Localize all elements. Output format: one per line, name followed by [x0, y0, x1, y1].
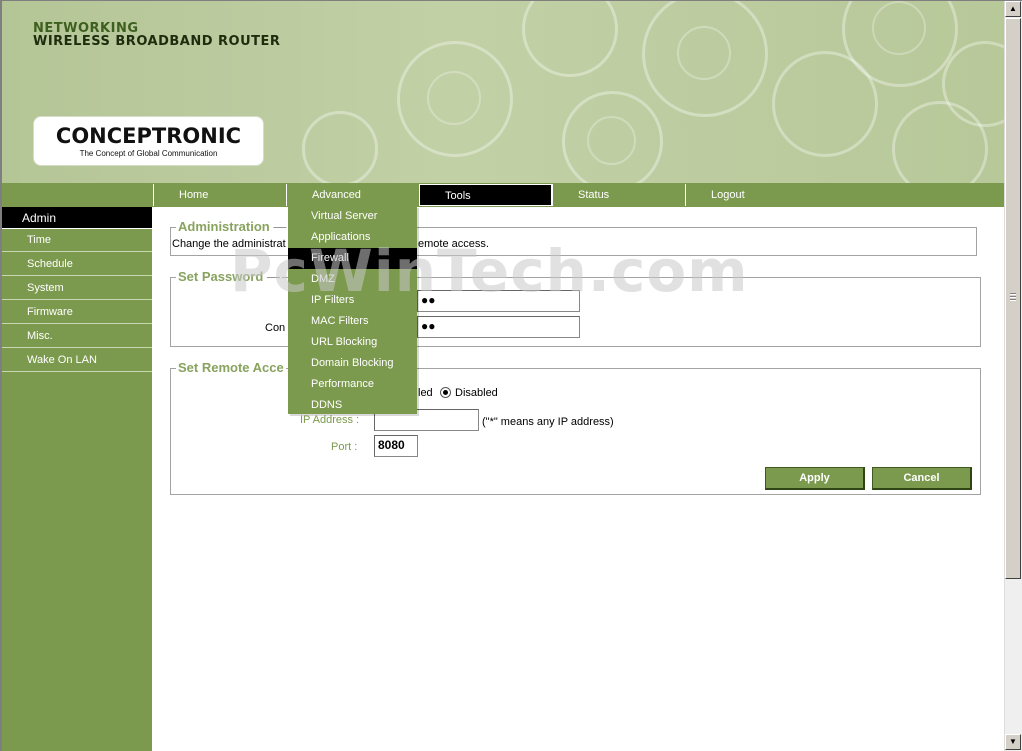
- menu-item-url-blocking[interactable]: URL Blocking: [288, 332, 417, 353]
- administration-description: Change the administrat: [172, 238, 286, 250]
- tab-home[interactable]: Home: [153, 184, 286, 206]
- tab-status[interactable]: Status: [552, 184, 685, 206]
- disabled-radio-label: Disabled: [455, 387, 498, 399]
- confirm-password-input[interactable]: ●●: [417, 316, 580, 338]
- decor-circle: [872, 1, 926, 55]
- sidebar-item-schedule[interactable]: Schedule: [2, 253, 152, 276]
- confirm-password-label: Con: [265, 322, 286, 334]
- sidebar-item-misc[interactable]: Misc.: [2, 325, 152, 348]
- decor-circle: [427, 71, 481, 125]
- tab-logout[interactable]: Logout: [685, 184, 818, 206]
- scroll-down-arrow-icon[interactable]: ▼: [1005, 734, 1021, 750]
- apply-button[interactable]: Apply: [765, 467, 865, 490]
- menu-item-dmz[interactable]: DMZ: [288, 269, 417, 290]
- menu-item-applications[interactable]: Applications: [288, 227, 417, 248]
- menu-item-mac-filters[interactable]: MAC Filters: [288, 311, 417, 332]
- port-label: Port :: [331, 441, 358, 453]
- sidebar-item-wake-on-lan[interactable]: Wake On LAN: [2, 349, 152, 372]
- cancel-button[interactable]: Cancel: [872, 467, 972, 490]
- logo-text: CONCEPTRONIC: [55, 124, 242, 148]
- sidebar-item-firmware[interactable]: Firmware: [2, 301, 152, 324]
- conceptronic-logo: CONCEPTRONIC The Concept of Global Commu…: [33, 116, 264, 166]
- decor-circle: [302, 111, 378, 183]
- administration-title: Administration —: [176, 219, 289, 234]
- brand-product-name: WIRELESS BROADBAND ROUTER: [33, 34, 281, 49]
- menu-item-firewall[interactable]: Firewall: [288, 248, 417, 269]
- menu-item-ip-filters[interactable]: IP Filters: [288, 290, 417, 311]
- enabled-radio-label: led: [418, 387, 433, 399]
- set-password-title: Set Password —: [176, 269, 282, 284]
- decor-circle: [677, 26, 731, 80]
- port-input[interactable]: 8080: [374, 435, 418, 457]
- administration-description-end: emote access.: [418, 238, 489, 250]
- scrollbar-grip-icon: [1010, 293, 1016, 301]
- sidebar-item-time[interactable]: Time: [2, 229, 152, 252]
- menu-item-domain-blocking[interactable]: Domain Blocking: [288, 353, 417, 374]
- menu-item-performance[interactable]: Performance: [288, 374, 417, 395]
- remote-access-title: Set Remote Acce: [176, 360, 286, 375]
- sidebar-item-admin[interactable]: Admin: [2, 207, 152, 229]
- tab-advanced[interactable]: Advanced: [286, 184, 419, 206]
- window-frame-top: [0, 0, 1022, 1]
- scroll-up-arrow-icon[interactable]: ▲: [1005, 1, 1021, 17]
- sidebar-item-system[interactable]: System: [2, 277, 152, 300]
- menu-item-virtual-server[interactable]: Virtual Server: [288, 206, 417, 227]
- password-input[interactable]: ●●: [417, 290, 580, 312]
- disabled-radio[interactable]: [440, 387, 451, 398]
- ip-address-hint: ("*" means any IP address): [482, 416, 614, 428]
- decor-circle: [522, 1, 618, 77]
- decor-circle: [587, 116, 636, 165]
- tab-tools[interactable]: Tools: [419, 184, 552, 206]
- header-banner: NETWORKING WIRELESS BROADBAND ROUTER CON…: [2, 1, 1004, 183]
- logo-tagline: The Concept of Global Communication: [79, 149, 218, 158]
- menu-item-ddns[interactable]: DDNS: [288, 395, 417, 416]
- advanced-dropdown-menu: Virtual Server Applications Firewall DMZ…: [288, 206, 417, 414]
- window-frame-left: [0, 0, 2, 751]
